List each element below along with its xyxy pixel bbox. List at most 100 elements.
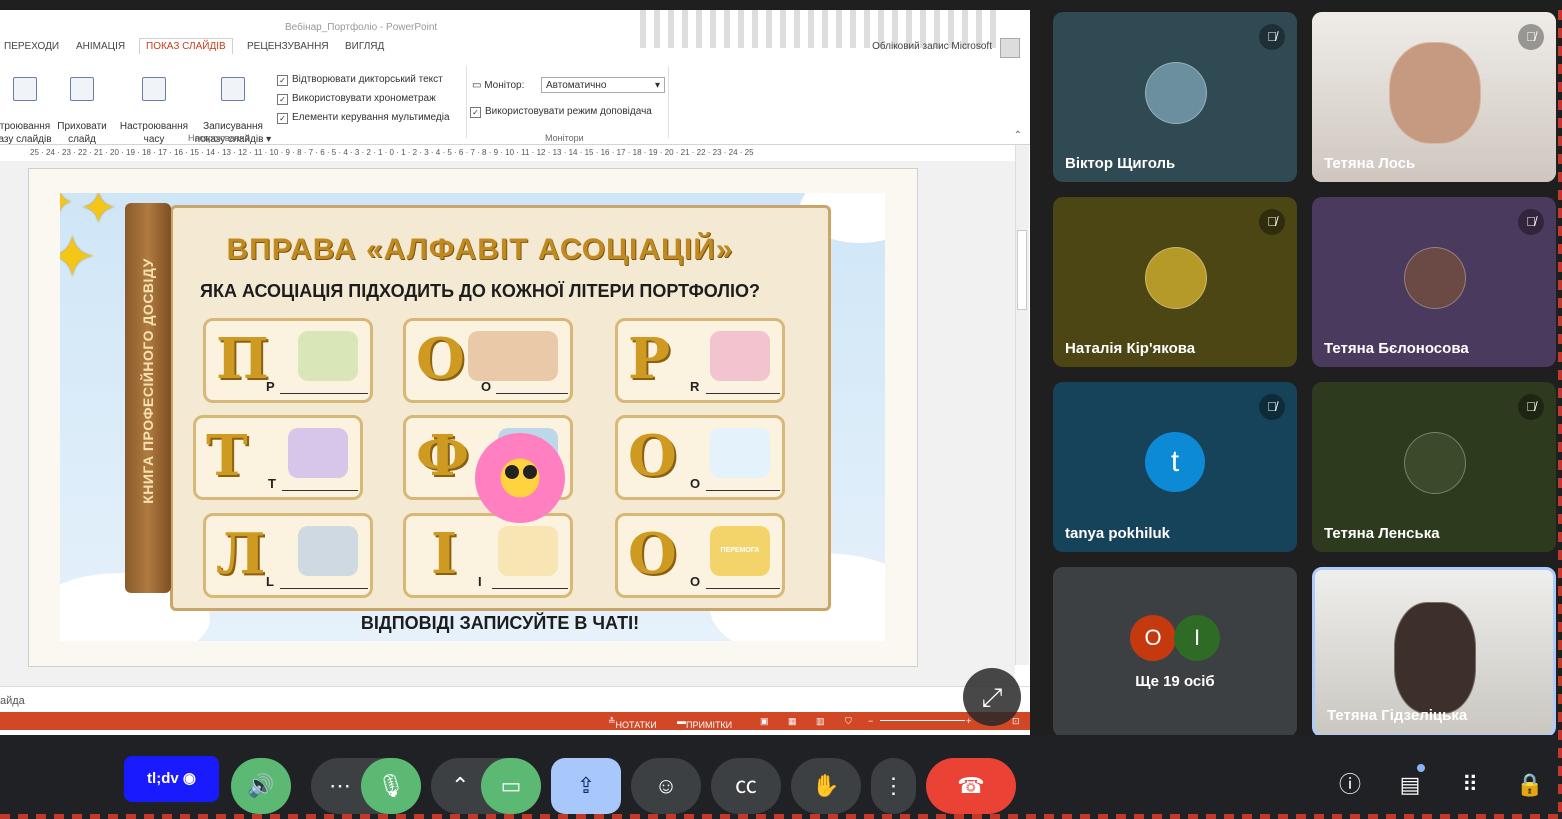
rehearse-timings-button[interactable]: Настроювання часу [116,64,192,146]
more-options-button[interactable]: ⋮ [871,758,916,814]
presenter-view-checkbox[interactable]: ✓ Використовувати режим доповідача [470,106,652,118]
vertical-scrollbar[interactable] [1015,145,1029,665]
card-latin: L [266,574,274,589]
checkmark-icon: ✓ [277,113,288,124]
avatar [1404,432,1466,494]
mic-off-icon: 🎙̸ [1259,24,1285,50]
more-participants-tile[interactable]: O I Ще 19 осіб [1053,567,1297,737]
account-label[interactable]: Обліковий запис Microsoft [872,41,992,52]
participant-tile[interactable]: 🎙̸ Тетяна Лось [1312,12,1556,182]
participant-tile[interactable]: 🎙̸ Тетяна Бєлоносова [1312,197,1556,367]
answer-line [496,393,568,394]
media-controls-checkbox[interactable]: ✓ Елементи керування мультимедіа [277,112,450,124]
spine-text: КНИГА ПРОФЕСІЙНОГО ДОСВІДУ [140,258,156,504]
speaker-button[interactable]: 🔊 [231,758,291,814]
tab-transitions[interactable]: ПЕРЕХОДИ [4,41,59,52]
emoji-icon: ☺ [654,773,678,798]
card-letter: І [431,521,458,587]
slideshow-icon[interactable]: ⛉ [845,716,852,727]
participant-name: Наталія Кір'якова [1065,340,1196,357]
camera-button[interactable]: ▭ [481,758,541,814]
shared-screen: Вебінар_Портфоліо - PowerPoint ПЕРЕХОДИ … [0,10,1030,735]
comments-toggle[interactable]: ▬ ПРИМІТКИ [677,716,732,730]
normal-view-icon[interactable]: ▣ [760,716,769,727]
rehearse-timings-label: Настроювання часу [119,121,189,145]
ppt-ribbon: троювання азу слайдів Приховати слайд На… [0,58,1030,145]
more-count: Ще 19 осіб [1135,673,1215,690]
slide-sorter-icon[interactable]: ▦ [788,716,797,727]
hide-slide-button[interactable]: Приховати слайд [54,64,110,146]
card-letter: Ф [416,423,470,489]
notes-toggle[interactable]: ≛ НОТАТКИ [608,716,657,730]
chat-icon[interactable]: ▤ [1395,770,1425,800]
participant-tile[interactable]: 🎙̸ Наталія Кір'якова [1053,197,1297,367]
chevron-up-icon: ⌃ [451,773,470,798]
present-screen-icon: ⇪ [576,773,596,798]
people-icon [468,331,558,381]
notes-toggle-label: НОТАТКИ [615,720,657,730]
narration-checkbox[interactable]: ✓ Відтворювати дикторський текст [277,74,443,86]
speaker-icon: 🔊 [247,773,275,798]
collapse-ribbon-icon[interactable]: ⌃ [1014,130,1022,141]
mic-off-icon: 🎙̸ [1259,209,1285,235]
notes-pane[interactable]: айда [0,686,1030,713]
monitor-select[interactable]: Автоматично ▾ [541,77,665,93]
zoom-in-icon[interactable]: + [966,716,971,726]
camera-icon: ▭ [500,773,522,798]
checkmark-icon: ✓ [277,94,288,105]
scrollbar-thumb[interactable] [1017,230,1027,310]
answer-line [492,588,568,589]
more-horiz-icon: ⋯ [329,773,351,798]
present-button[interactable]: ⇪ [551,758,621,814]
timings-checkbox[interactable]: ✓ Використовувати хронометраж [277,93,436,105]
timings-label: Використовувати хронометраж [292,93,436,104]
fit-slide-icon[interactable]: ⊡ [1012,716,1020,727]
mic-off-icon: 🎙̸ [1518,394,1544,420]
activities-icon[interactable]: ⠿ [1455,770,1485,800]
tldv-record-button[interactable]: tl;dv ◉ [124,756,219,802]
presenter-view-label: Використовувати режим доповідача [485,106,652,117]
reactions-button[interactable]: ☺ [631,758,701,814]
chevron-down-icon: ▾ [654,80,660,91]
captions-button[interactable]: ㏄ [711,758,781,814]
info-icon[interactable]: ⓘ [1335,770,1365,800]
plant-icon [298,331,358,381]
group-label-monitors: Монітори [545,133,584,143]
leave-call-button[interactable]: ☎ [926,758,1016,814]
flower-mascot [475,433,565,523]
narration-label: Відтворювати дикторський текст [292,74,443,85]
letter-card: О O ПЕРЕМОГА [615,513,785,598]
setup-slideshow-button[interactable]: троювання азу слайдів [0,64,54,146]
reading-view-icon[interactable]: ▥ [816,716,825,727]
card-latin: P [266,379,275,394]
letter-card: ЛL [203,513,373,598]
tab-review[interactable]: РЕЦЕНЗУВАННЯ [247,41,329,52]
horizontal-ruler: 25 · 24 · 23 · 22 · 21 · 20 · 19 · 18 · … [0,145,1015,161]
zoom-out-icon[interactable]: − [868,716,873,726]
ribbon-separator [668,66,669,138]
mic-button[interactable]: 🎙 [361,758,421,814]
checkmark-icon: ✓ [470,107,481,118]
raise-hand-button[interactable]: ✋ [791,758,861,814]
tab-slideshow[interactable]: ПОКАЗ СЛАЙДІВ [139,38,233,54]
participant-tile[interactable]: Тетяна Гідзеліцька [1312,567,1556,737]
participant-name: Тетяна Бєлоносова [1324,340,1469,357]
expand-icon[interactable]: ⤢ [963,668,1021,726]
tab-view[interactable]: ВИГЛЯД [345,41,384,52]
monitor-icon: ▭ [472,80,485,91]
participant-tile[interactable]: 🎙̸ Тетяна Ленська [1312,382,1556,552]
account-avatar[interactable] [1000,38,1020,58]
participant-tile[interactable]: t 🎙̸ tanya pokhiluk [1053,382,1297,552]
card-letter: О [628,521,677,587]
participant-name: Тетяна Гідзеліцька [1327,707,1468,724]
more-vert-icon: ⋮ [882,773,905,798]
card-letter: О [416,326,465,392]
tab-animation[interactable]: АНІМАЦІЯ [76,41,125,52]
record-icon: ◉ [182,770,196,787]
avatar [1145,62,1207,124]
host-controls-icon[interactable]: 🔒 [1515,770,1545,800]
zoom-slider[interactable] [880,720,965,721]
participant-tile[interactable]: 🎙̸ Віктор Щиголь [1053,12,1297,182]
letter-card: ПP [203,318,373,403]
ribbon-separator [466,66,467,138]
